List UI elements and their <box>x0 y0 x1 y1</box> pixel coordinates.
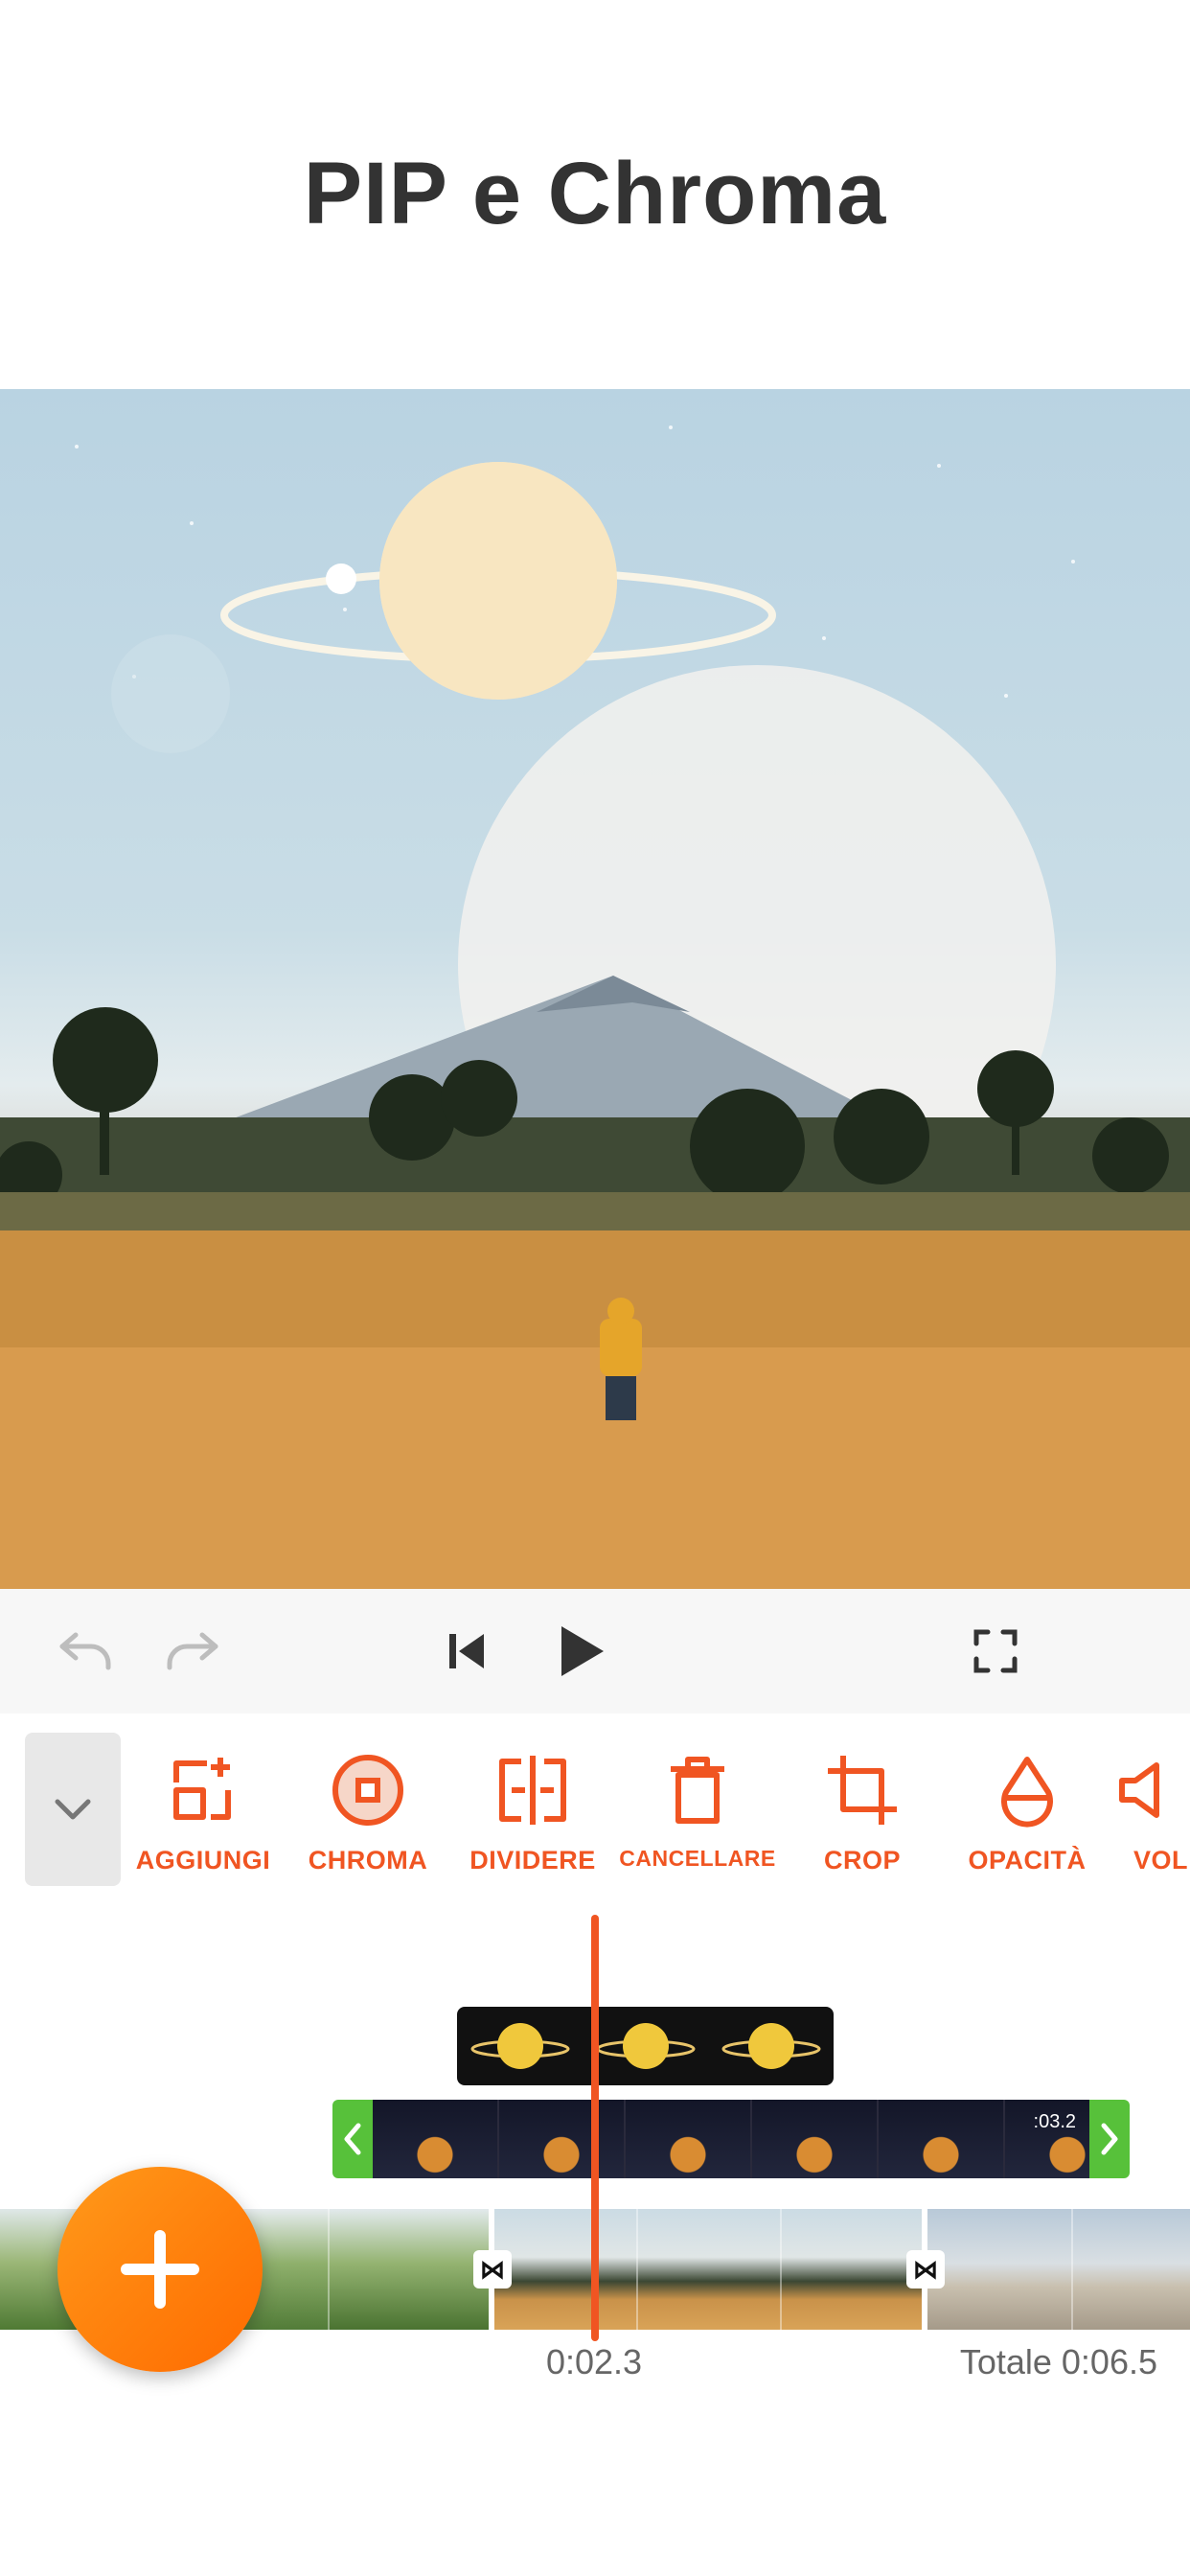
tool-add[interactable]: AGGIUNGI <box>122 1752 285 1875</box>
chevron-left-icon <box>344 2123 361 2155</box>
selected-overlay-clip[interactable]: :03.2 <box>332 2100 1130 2178</box>
tool-delete[interactable]: CANCELLARE <box>616 1752 779 1872</box>
tool-label: CHROMA <box>308 1846 428 1874</box>
trim-right-handle[interactable] <box>1089 2100 1130 2178</box>
pip-clip[interactable] <box>457 2007 834 2085</box>
chevron-down-icon <box>55 1799 91 1820</box>
tool-chroma[interactable]: CHROMA <box>286 1752 449 1875</box>
pip-frame <box>457 2007 583 2085</box>
tool-opacity[interactable]: OPACITÀ <box>946 1752 1109 1875</box>
transition-icon[interactable]: ⋈ <box>906 2250 945 2288</box>
player-controls <box>0 1589 1190 1714</box>
tool-label: VOL <box>1133 1846 1189 1874</box>
crop-icon <box>781 1752 944 1828</box>
chevron-right-icon <box>1101 2123 1118 2155</box>
playhead[interactable] <box>591 1915 599 2341</box>
delete-icon <box>616 1752 779 1828</box>
pip-frame <box>583 2007 708 2085</box>
pip-frame <box>708 2007 834 2085</box>
tool-label: DIVIDERE <box>469 1846 596 1874</box>
timeline[interactable]: :03.2 ⋈ ⋈ 0:02.3 Totale 0:06.5 <box>0 1905 1190 2576</box>
edit-toolbar: AGGIUNGI CHROMA DIVIDERE CANCELLARE CROP… <box>0 1714 1190 1905</box>
add-media-button[interactable] <box>57 2167 263 2372</box>
redo-icon[interactable] <box>159 1618 226 1685</box>
tool-label: CANCELLARE <box>619 1846 776 1871</box>
transition-icon[interactable]: ⋈ <box>473 2250 512 2288</box>
overlay-frames <box>373 2100 1089 2178</box>
page-title: PIP e Chroma <box>303 145 887 242</box>
collapse-button[interactable] <box>25 1733 121 1886</box>
total-time: Totale 0:06.5 <box>959 2342 1157 2381</box>
clip-duration: :03.2 <box>1033 2111 1076 2132</box>
skip-start-icon[interactable] <box>433 1618 500 1685</box>
undo-icon[interactable] <box>52 1618 119 1685</box>
tool-split[interactable]: DIVIDERE <box>451 1752 614 1875</box>
video-preview[interactable] <box>0 389 1190 1589</box>
tool-label: CROP <box>823 1846 901 1874</box>
tool-label: AGGIUNGI <box>135 1846 271 1874</box>
volume-icon <box>1110 1752 1190 1828</box>
clip-landscape[interactable] <box>494 2209 922 2330</box>
trim-left-handle[interactable] <box>332 2100 373 2178</box>
chroma-icon <box>286 1752 449 1828</box>
tool-volume[interactable]: VOL <box>1110 1752 1190 1875</box>
preview-scene <box>0 426 1190 1589</box>
opacity-icon <box>946 1752 1109 1828</box>
split-icon <box>451 1752 614 1828</box>
tool-crop[interactable]: CROP <box>781 1752 944 1875</box>
current-time: 0:02.3 <box>545 2342 643 2381</box>
play-icon[interactable] <box>548 1618 615 1685</box>
add-layer-icon <box>122 1752 285 1828</box>
clip-road[interactable] <box>927 2209 1190 2330</box>
plus-icon <box>121 2230 199 2309</box>
fullscreen-icon[interactable] <box>962 1618 1029 1685</box>
tool-label: OPACITÀ <box>968 1846 1087 1874</box>
